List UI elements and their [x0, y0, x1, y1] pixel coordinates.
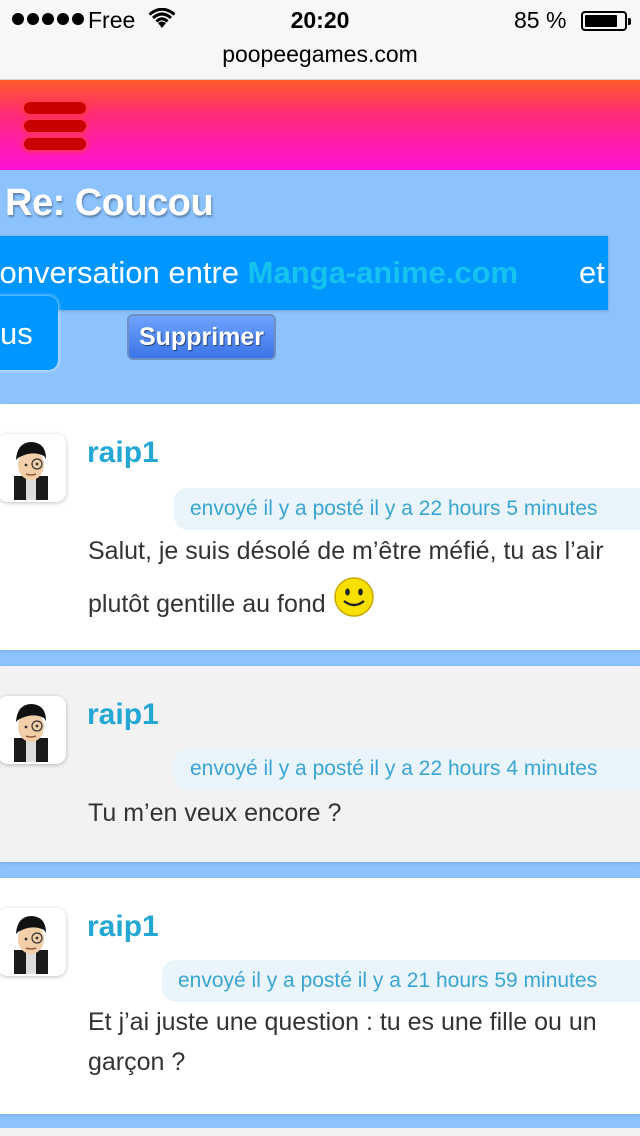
message-timestamp: envoyé il y a posté il y a 22 hours 4 mi… — [174, 748, 640, 790]
address-bar[interactable]: poopeegames.com — [0, 40, 640, 80]
battery-percentage: 85 % — [514, 7, 567, 33]
avatar-image — [14, 704, 48, 762]
smiley-icon — [333, 577, 374, 617]
status-bar: Free 20:20 85 % — [0, 0, 640, 40]
conversation-participants-bar: conversation entre Manga-anime.com et — [0, 236, 608, 310]
next-message-edge — [0, 1128, 640, 1136]
message-author[interactable]: raip1 — [87, 698, 159, 732]
message-timestamp: envoyé il y a posté il y a 22 hours 5 mi… — [174, 488, 640, 530]
battery-icon — [581, 11, 631, 31]
message-item: raip1 envoyé il y a posté il y a 22 hour… — [0, 404, 640, 650]
message-author[interactable]: raip1 — [87, 436, 159, 470]
url-domain: poopeegames.com — [222, 41, 418, 67]
avatar[interactable] — [0, 908, 66, 976]
participants-intro-tail: et — [579, 255, 605, 290]
hamburger-icon[interactable] — [22, 96, 90, 154]
delete-button[interactable]: Supprimer — [127, 314, 276, 360]
participant-site-link[interactable]: Manga-anime.com — [248, 255, 518, 290]
avatar[interactable] — [0, 434, 66, 502]
message-body: Salut, je suis désolé de m’être méfié, t… — [88, 526, 633, 629]
message-item: raip1 envoyé il y a posté il y a 22 hour… — [0, 666, 640, 862]
avatar-image — [14, 442, 48, 500]
message-text: Et j’ai juste une question : tu es une f… — [88, 1008, 597, 1076]
message-author[interactable]: raip1 — [87, 910, 159, 944]
message-item: raip1 envoyé il y a posté il y a 21 hour… — [0, 878, 640, 1114]
participants-intro: conversation entre — [0, 255, 248, 290]
message-timestamp: envoyé il y a posté il y a 21 hours 59 m… — [162, 960, 640, 1002]
site-header — [0, 80, 640, 170]
message-text: Tu m’en veux encore ? — [88, 799, 342, 827]
battery-level-fill — [585, 15, 618, 27]
avatar-image — [14, 916, 48, 974]
message-body: Et j’ai juste une question : tu es une f… — [88, 1002, 633, 1082]
avatar[interactable] — [0, 696, 66, 764]
message-body: Tu m’en veux encore ? — [88, 788, 633, 838]
conversation-title: Re: Coucou — [5, 182, 214, 224]
participant-chip[interactable]: us — [0, 296, 58, 370]
